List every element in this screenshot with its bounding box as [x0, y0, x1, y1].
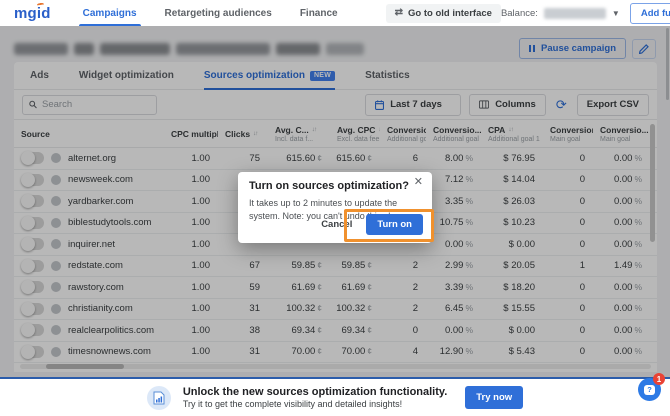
nav-tab-retargeting-audiences[interactable]: Retargeting audiences [151, 0, 286, 26]
banner-texts: Unlock the new sources optimization func… [183, 386, 447, 409]
add-funds-button[interactable]: Add funds [630, 3, 670, 24]
nav-tabs: Campaigns Retargeting audiences Finance [69, 0, 352, 26]
chevron-down-icon: ▼ [612, 9, 620, 18]
top-nav: mgid Campaigns Retargeting audiences Fin… [0, 0, 670, 26]
chat-notification-badge: 1 [653, 373, 665, 385]
mgid-logo-text: mgid [14, 5, 51, 22]
promo-banner: Unlock the new sources optimization func… [0, 377, 670, 416]
turn-on-button[interactable]: Turn on [366, 214, 423, 235]
chat-bubble-icon: ? [644, 385, 655, 395]
nav-right: Balance: ▼ Add funds [501, 3, 670, 24]
cancel-button[interactable]: Cancel [313, 214, 360, 235]
nav-tab-campaigns[interactable]: Campaigns [69, 0, 151, 26]
nav-tab-finance[interactable]: Finance [286, 0, 352, 26]
banner-title: Unlock the new sources optimization func… [183, 386, 447, 398]
dialog-title: Turn on sources optimization? [249, 180, 409, 192]
dialog-actions: Cancel Turn on [313, 214, 423, 235]
swap-icon: ⇄ [395, 8, 403, 18]
balance-redacted-value [544, 8, 606, 19]
close-icon[interactable]: ✕ [414, 177, 423, 188]
go-to-old-interface-button[interactable]: ⇄ Go to old interface [386, 4, 501, 23]
turn-on-sources-optimization-dialog: Turn on sources optimization? ✕ It takes… [238, 172, 432, 243]
chat-widget-button[interactable]: ? 1 [638, 378, 661, 401]
balance-label: Balance: [501, 8, 538, 19]
balance-dropdown[interactable]: Balance: ▼ [501, 8, 620, 19]
banner-subtitle: Try it to get the complete visibility an… [183, 399, 447, 409]
try-now-button[interactable]: Try now [465, 386, 523, 409]
logo-accent [36, 2, 43, 6]
document-chart-icon [147, 386, 171, 410]
mgid-logo[interactable]: mgid [14, 6, 51, 21]
go-to-old-interface-label: Go to old interface [408, 8, 492, 19]
